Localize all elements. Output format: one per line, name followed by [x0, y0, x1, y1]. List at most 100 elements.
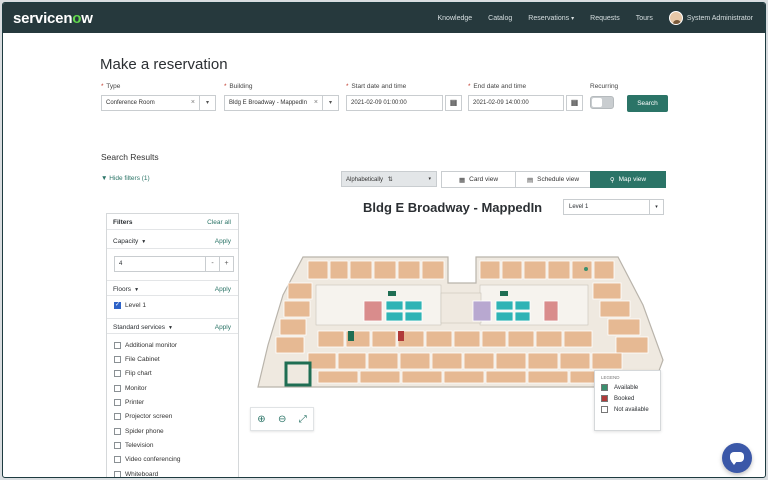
sort-value: Alphabetically	[346, 177, 384, 183]
chat-bubble-icon[interactable]	[722, 443, 752, 473]
service-checkbox[interactable]: Projector screen	[114, 413, 172, 420]
chevron-down-icon: ▼	[168, 325, 173, 331]
checkbox[interactable]	[114, 356, 121, 363]
service-checkbox[interactable]: Spider phone	[114, 428, 164, 435]
checkbox-checked[interactable]	[114, 301, 121, 309]
sort-select[interactable]: Alphabetically ⇅ ▾	[341, 171, 437, 187]
map-title: Bldg E Broadway - MappedIn	[363, 200, 543, 215]
user-menu[interactable]: System Administrator	[668, 11, 753, 25]
user-name: System Administrator	[686, 14, 753, 22]
tab-map-view[interactable]: ⚲ Map view	[590, 171, 666, 188]
map-pin-icon: ⚲	[609, 176, 615, 184]
increment-button[interactable]: +	[219, 257, 233, 271]
clear-icon[interactable]: ×	[314, 99, 318, 106]
legend-item-available: Available	[601, 384, 654, 391]
checkbox[interactable]	[114, 342, 121, 349]
checkbox[interactable]	[114, 413, 121, 420]
nav-requests[interactable]: Requests	[590, 15, 620, 22]
clear-icon[interactable]: ×	[191, 99, 195, 106]
chevron-down-icon: ▼	[134, 287, 140, 293]
reset-view-icon[interactable]: ⤢	[299, 414, 307, 425]
tab-card-view[interactable]: ▦ Card view	[441, 171, 516, 188]
service-checkbox[interactable]: Video conferencing	[114, 456, 181, 463]
chevron-down-icon: ▾	[428, 176, 431, 182]
start-value: 2021-02-09 01:00:00	[351, 100, 407, 106]
checkbox[interactable]	[114, 399, 121, 406]
end-date-input[interactable]: 2021-02-09 14:00:00 ▦	[468, 95, 583, 111]
calendar-icon: ▤	[526, 176, 534, 184]
type-field[interactable]: Conference Room × ▾	[101, 95, 216, 111]
map-zoom-controls: ⊕ ⊖ ⤢	[250, 407, 314, 431]
checkbox[interactable]	[114, 471, 121, 477]
building-field[interactable]: Bldg E Broadway - MappedIn × ▾	[224, 95, 339, 111]
checkbox[interactable]	[114, 385, 121, 392]
map-legend: LEGEND Available Booked Not available	[594, 370, 661, 431]
chevron-down-icon[interactable]: ▾	[199, 96, 215, 110]
zoom-in-icon[interactable]: ⊕	[257, 414, 265, 425]
search-button[interactable]: Search	[627, 95, 668, 112]
end-label: * End date and time	[468, 83, 527, 90]
nav-catalog[interactable]: Catalog	[488, 15, 512, 22]
legend-heading: LEGEND	[601, 375, 620, 380]
recurring-label: Recurring	[590, 83, 619, 90]
start-date-input[interactable]: 2021-02-09 01:00:00 ▦	[346, 95, 462, 111]
service-checkbox[interactable]: Flip chart	[114, 370, 152, 377]
zoom-out-icon[interactable]: ⊖	[278, 414, 286, 425]
capacity-value: 4	[119, 261, 123, 267]
capacity-stepper[interactable]: 4 - +	[114, 256, 234, 272]
capacity-apply-link[interactable]: Apply	[215, 238, 231, 245]
service-checkbox[interactable]: Whiteboard	[114, 471, 158, 477]
floor-checkbox-level1[interactable]: Level 1	[114, 301, 146, 309]
level-select[interactable]: Level 1 ▾	[563, 199, 664, 215]
level-value: Level 1	[569, 204, 589, 210]
nav-reservations-label: Reservations	[528, 14, 570, 22]
chevron-down-icon: ▾	[571, 15, 575, 22]
search-results-heading: Search Results	[101, 152, 159, 162]
floors-apply-link[interactable]: Apply	[215, 286, 231, 293]
service-checkbox[interactable]: Monitor	[114, 385, 147, 392]
chevron-down-icon: ▼	[141, 239, 147, 245]
service-checkbox[interactable]: Television	[114, 442, 154, 449]
filter-icon: ▼	[101, 175, 108, 182]
nav-knowledge[interactable]: Knowledge	[438, 15, 473, 22]
checkbox[interactable]	[114, 456, 121, 463]
hide-filters-link[interactable]: ▼ Hide filters (1)	[101, 175, 150, 182]
not-available-swatch	[601, 406, 608, 413]
legend-item-not-available: Not available	[601, 406, 654, 413]
services-apply-link[interactable]: Apply	[215, 324, 231, 331]
booked-swatch	[601, 395, 608, 402]
view-tabs: ▦ Card view ▤ Schedule view ⚲ Map view	[441, 171, 666, 188]
avatar	[668, 11, 683, 25]
app-frame: servicenow Knowledge Catalog Reservation…	[2, 2, 766, 478]
service-checkbox[interactable]: Printer	[114, 399, 144, 406]
page-title: Make a reservation	[100, 56, 228, 73]
checkbox[interactable]	[114, 428, 121, 435]
type-value: Conference Room	[106, 100, 155, 106]
calendar-icon[interactable]: ▦	[445, 95, 462, 111]
grid-icon: ▦	[458, 176, 466, 184]
filters-panel: Filters Clear all Capacity ▼ Apply 4 - + …	[106, 213, 239, 477]
capacity-section[interactable]: Capacity ▼ Apply	[107, 233, 238, 249]
nav-menu: Knowledge Catalog Reservations ▾ Requests…	[438, 3, 753, 33]
service-checkbox[interactable]: Additional monitor	[114, 342, 177, 349]
recurring-toggle[interactable]	[590, 96, 614, 109]
chevron-down-icon[interactable]: ▾	[322, 96, 338, 110]
available-swatch	[601, 384, 608, 391]
nav-tours[interactable]: Tours	[636, 15, 653, 22]
checkbox[interactable]	[114, 370, 121, 377]
tab-schedule-view[interactable]: ▤ Schedule view	[515, 171, 591, 188]
clear-all-link[interactable]: Clear all	[207, 219, 231, 226]
service-checkbox[interactable]: File Cabinet	[114, 356, 160, 363]
services-section[interactable]: Standard services ▼ Apply	[107, 318, 238, 334]
building-value: Bldg E Broadway - MappedIn	[229, 100, 308, 106]
start-label: * Start date and time	[346, 83, 407, 90]
calendar-icon[interactable]: ▦	[566, 95, 583, 111]
building-label: * Building	[224, 83, 253, 90]
decrement-button[interactable]: -	[205, 257, 219, 271]
checkbox[interactable]	[114, 442, 121, 449]
end-value: 2021-02-09 14:00:00	[473, 100, 529, 106]
nav-reservations[interactable]: Reservations ▾	[528, 15, 574, 22]
servicenow-logo[interactable]: servicenow	[13, 10, 93, 27]
floors-section[interactable]: Floors ▼ Apply	[107, 280, 238, 296]
filters-title: Filters	[113, 219, 133, 226]
